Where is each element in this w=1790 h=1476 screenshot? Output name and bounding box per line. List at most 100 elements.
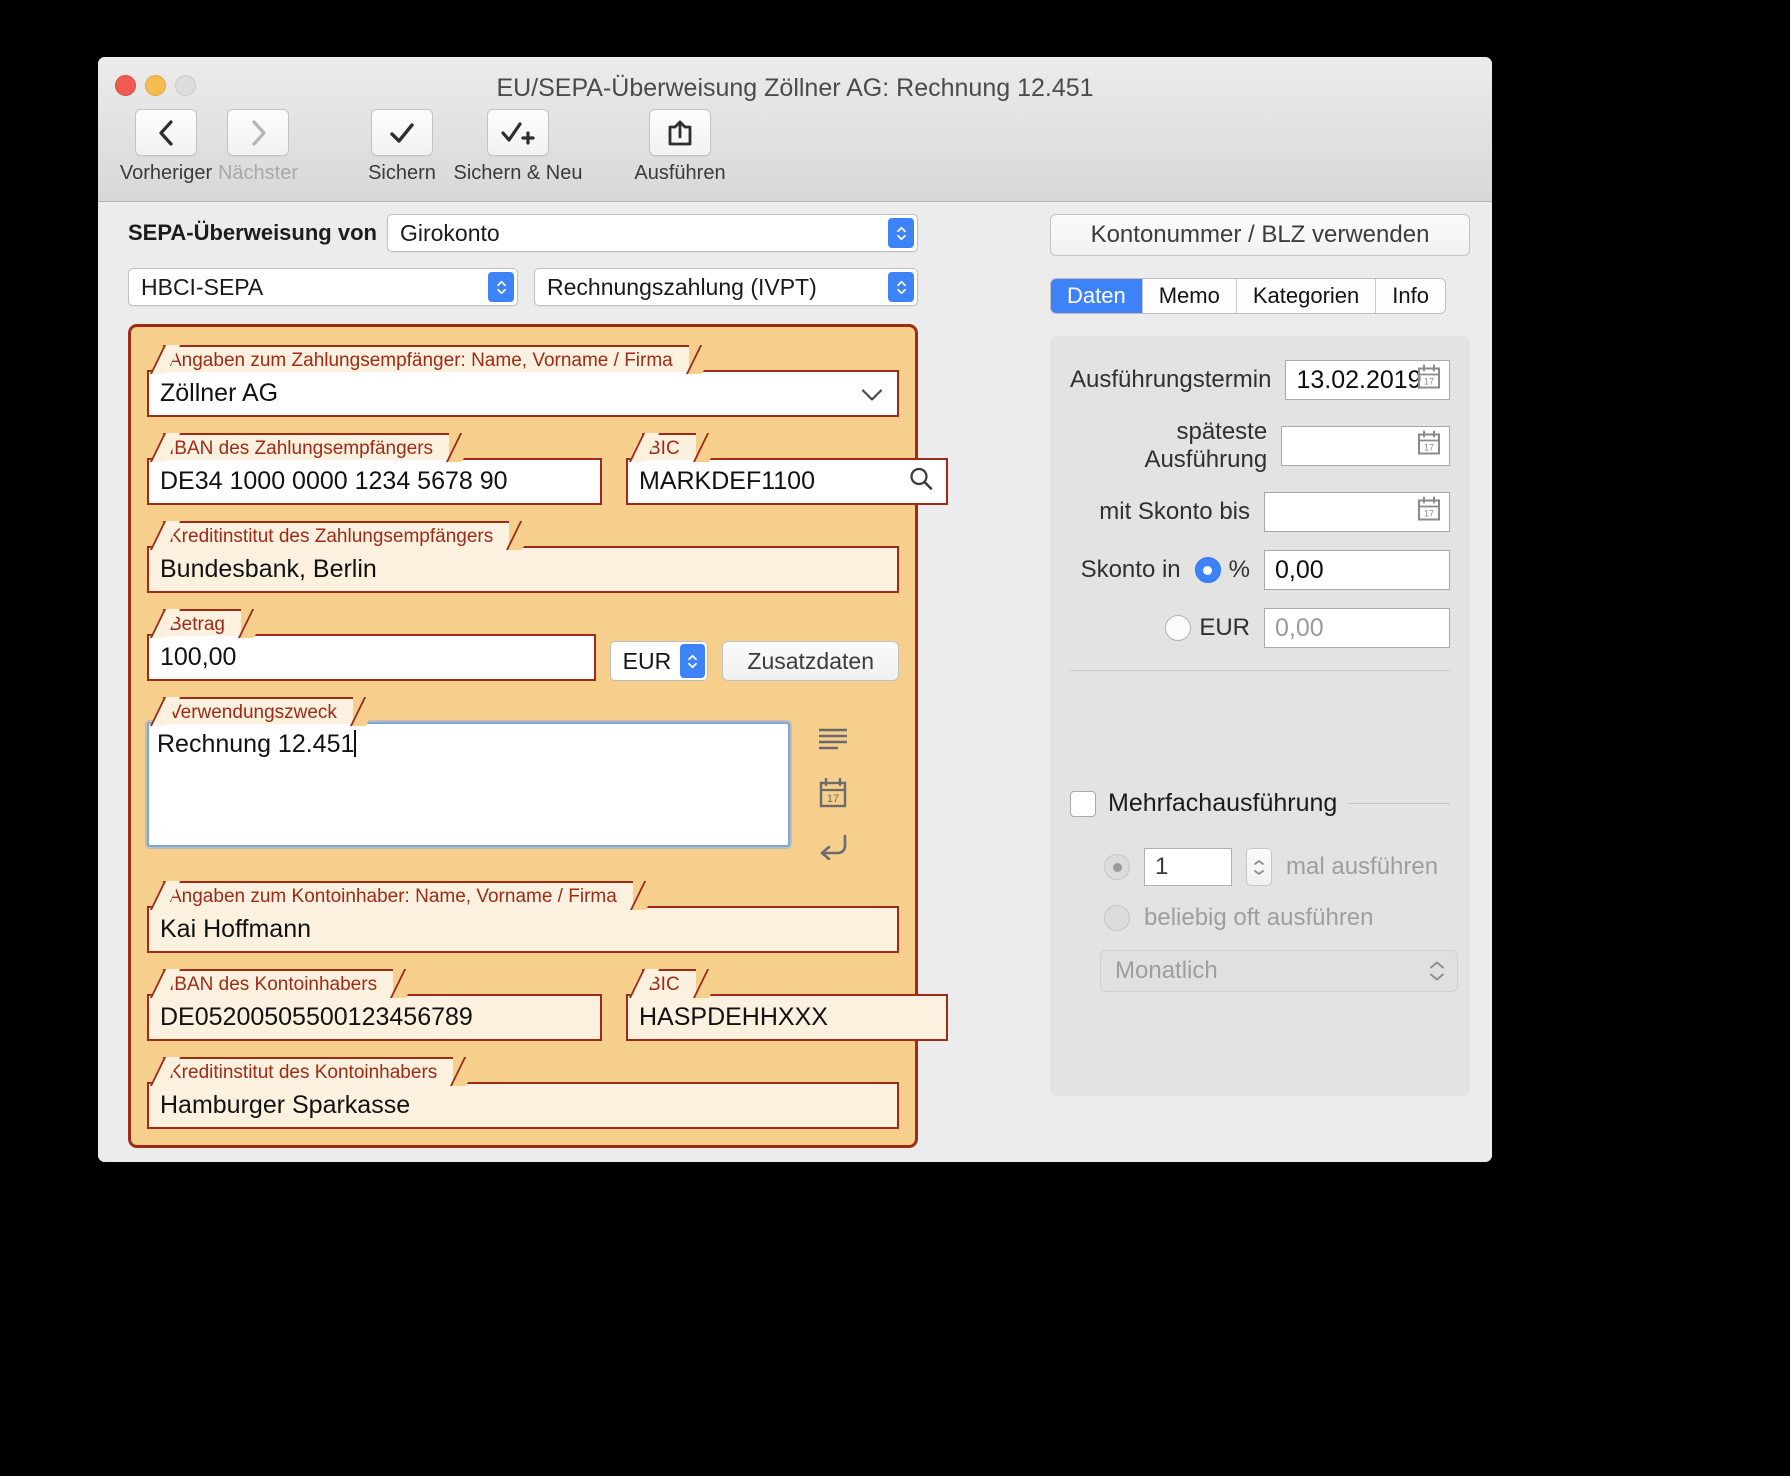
latest-execution-label: späteste Ausführung xyxy=(1144,418,1268,473)
text-caret xyxy=(354,730,357,757)
chevron-down-icon[interactable] xyxy=(861,379,883,408)
text-lines-icon[interactable] xyxy=(816,726,850,759)
stepper-icon[interactable] xyxy=(1429,961,1445,982)
times-input[interactable]: 1 xyxy=(1144,848,1232,886)
return-arrow-icon[interactable] xyxy=(817,832,849,865)
purpose-textarea[interactable]: Rechnung 12.451 xyxy=(147,722,790,847)
discount-percent-input[interactable]: 0,00 xyxy=(1264,550,1450,590)
source-account-select[interactable]: Girokonto xyxy=(386,214,918,252)
toolbar-button-ausfuehren[interactable]: Ausführen xyxy=(634,109,726,185)
holder-iban-bic-row: IBAN des Kontoinhabers DE052005055001234… xyxy=(147,969,948,1041)
execution-date-row: Ausführungstermin 13.02.2019 17 xyxy=(1070,360,1450,400)
recipient-name-input[interactable]: Zöllner AG xyxy=(147,370,899,417)
recipient-bic-value: MARKDEF1100 xyxy=(639,467,815,495)
search-icon[interactable] xyxy=(908,465,934,498)
latest-execution-input[interactable]: 17 xyxy=(1281,426,1450,466)
holder-bank-label: Kreditinstitut des Kontoinhabers xyxy=(163,1057,454,1084)
svg-text:17: 17 xyxy=(1424,377,1434,387)
recipient-iban-bic-row: IBAN des Zahlungsempfängers DE34 1000 00… xyxy=(147,433,948,505)
multi-execution-checkbox[interactable] xyxy=(1070,790,1096,817)
discount-eur-input[interactable]: 0,00 xyxy=(1264,608,1450,648)
calendar-icon[interactable]: 17 xyxy=(1417,430,1441,463)
tab-info[interactable]: Info xyxy=(1376,279,1445,313)
interval-value: Monatlich xyxy=(1115,957,1218,984)
recipient-name-value: Zöllner AG xyxy=(160,379,279,407)
discount-percent-radio[interactable] xyxy=(1194,557,1221,583)
calendar-icon[interactable]: 17 xyxy=(1417,496,1441,529)
latest-execution-row: späteste Ausführung 17 xyxy=(1070,418,1450,474)
sidebar-tabs: Daten Memo Kategorien Info xyxy=(1050,278,1446,314)
execution-date-input[interactable]: 13.02.2019 17 xyxy=(1285,360,1450,400)
recipient-bank-value: Bundesbank, Berlin xyxy=(160,555,377,583)
daten-tab-content: Ausführungstermin 13.02.2019 17 späteste… xyxy=(1050,336,1470,1096)
zusatzdaten-button[interactable]: Zusatzdaten xyxy=(722,641,899,681)
tab-kategorien[interactable]: Kategorien xyxy=(1236,279,1377,313)
discount-eur-value: 0,00 xyxy=(1275,613,1324,642)
recipient-iban-value: DE34 1000 0000 1234 5678 90 xyxy=(160,467,508,495)
toolbar-button-sichern-neu[interactable]: Sichern & Neu xyxy=(448,109,588,185)
currency-select[interactable]: EUR xyxy=(609,641,709,681)
amount-input[interactable]: 100,00 xyxy=(147,634,596,681)
currency-value: EUR xyxy=(622,647,672,674)
calendar-icon[interactable]: 17 xyxy=(818,777,848,814)
recipient-name-label: Angaben zum Zahlungsempfänger: Name, Vor… xyxy=(163,345,689,372)
tab-memo[interactable]: Memo xyxy=(1142,279,1237,313)
discount-until-label: mit Skonto bis xyxy=(1099,498,1250,525)
tab-daten[interactable]: Daten xyxy=(1051,279,1143,313)
holder-iban-label: IBAN des Kontoinhabers xyxy=(163,969,394,996)
window-title: EU/SEPA-Überweisung Zöllner AG: Rechnung… xyxy=(496,74,1094,102)
any-times-label: beliebig oft ausführen xyxy=(1144,904,1374,931)
amount-group: Betrag 100,00 EUR Zusatzdaten xyxy=(147,609,899,681)
method-row: HBCI-SEPA Rechnungszahlung (IVPT) xyxy=(128,268,918,306)
execution-date-label: Ausführungstermin xyxy=(1070,366,1272,393)
execution-date-value: 13.02.2019 xyxy=(1296,365,1422,394)
chevron-right-icon xyxy=(227,109,289,156)
times-stepper[interactable] xyxy=(1246,848,1272,886)
times-row: 1 mal ausführen xyxy=(1070,848,1450,886)
stepper-icon[interactable] xyxy=(488,272,514,302)
holder-bank-value: Hamburger Sparkasse xyxy=(160,1091,411,1119)
percent-sign-label: % xyxy=(1228,556,1250,583)
holder-bank-group: Kreditinstitut des Kontoinhabers Hamburg… xyxy=(147,1057,899,1129)
recipient-bic-input[interactable]: MARKDEF1100 xyxy=(626,458,948,505)
holder-bic-label: BIC xyxy=(642,969,696,996)
payment-type-select[interactable]: Rechnungszahlung (IVPT) xyxy=(534,268,918,306)
recipient-iban-input[interactable]: DE34 1000 0000 1234 5678 90 xyxy=(147,458,602,505)
chevron-left-icon xyxy=(135,109,197,156)
eur-sign-label: EUR xyxy=(1199,614,1250,641)
use-account-number-button[interactable]: Kontonummer / BLZ verwenden xyxy=(1050,214,1470,256)
holder-bic-group: BIC HASPDEHHXXX xyxy=(626,969,948,1041)
toolbar-button-vorheriger[interactable]: Vorheriger xyxy=(120,109,212,185)
multi-execution-header: Mehrfachausführung xyxy=(1070,789,1450,818)
discount-in-label: Skonto in xyxy=(1080,556,1181,583)
transfer-form: SEPA-Überweisung von Girokonto HBCI-SEPA xyxy=(128,214,948,1148)
discount-until-input[interactable]: 17 xyxy=(1264,492,1450,532)
toolbar-button-naechster[interactable]: Nächster xyxy=(212,109,304,185)
window-titlebar: EU/SEPA-Überweisung Zöllner AG: Rechnung… xyxy=(98,57,1492,202)
times-suffix-label: mal ausführen xyxy=(1286,853,1439,880)
holder-iban-group: IBAN des Kontoinhabers DE052005055001234… xyxy=(147,969,602,1041)
toolbar-label-ausfuehren: Ausführen xyxy=(634,162,726,184)
holder-name-value-box: Kai Hoffmann xyxy=(147,906,899,953)
discount-eur-radio[interactable] xyxy=(1165,615,1192,641)
sepa-detail-panel: Angaben zum Zahlungsempfänger: Name, Vor… xyxy=(128,324,948,1148)
purpose-value: Rechnung 12.451 xyxy=(157,730,355,758)
stepper-icon[interactable] xyxy=(680,644,706,678)
calendar-icon[interactable]: 17 xyxy=(1417,364,1441,397)
method-value: HBCI-SEPA xyxy=(141,273,264,300)
stepper-icon[interactable] xyxy=(888,272,914,302)
any-times-radio[interactable] xyxy=(1104,905,1130,931)
times-value: 1 xyxy=(1155,853,1169,880)
recipient-bank-group: Kreditinstitut des Zahlungsempfängers Bu… xyxy=(147,521,899,593)
source-account-value: Girokonto xyxy=(399,219,500,246)
interval-select[interactable]: Monatlich xyxy=(1100,950,1458,992)
toolbar-button-sichern[interactable]: Sichern xyxy=(356,109,448,185)
holder-iban-value: DE05200505500123456789 xyxy=(160,1003,473,1031)
stepper-icon[interactable] xyxy=(888,218,914,248)
times-radio[interactable] xyxy=(1104,854,1130,880)
method-select[interactable]: HBCI-SEPA xyxy=(128,268,518,306)
svg-text:17: 17 xyxy=(1424,443,1434,453)
holder-bank-value-box: Hamburger Sparkasse xyxy=(147,1082,899,1129)
holder-iban-value-box: DE05200505500123456789 xyxy=(147,994,602,1041)
